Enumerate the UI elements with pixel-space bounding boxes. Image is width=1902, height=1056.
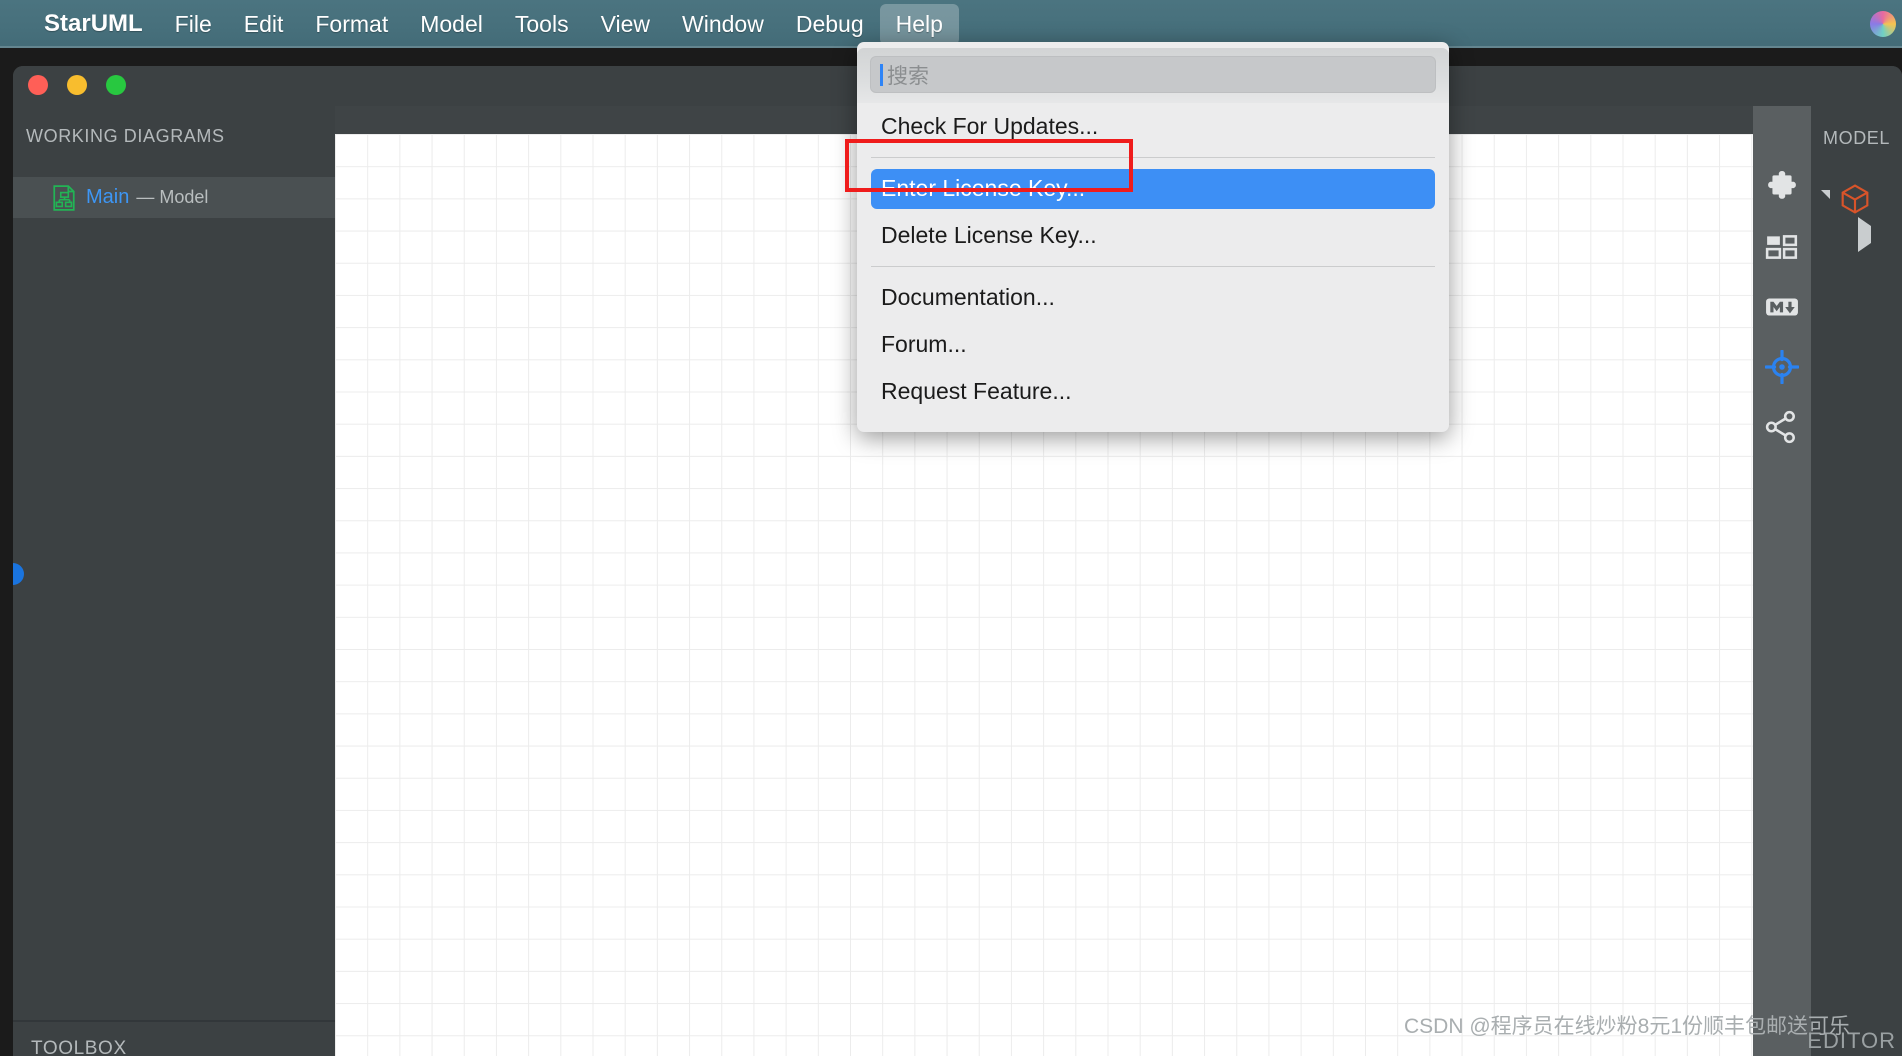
text-caret-icon [880, 63, 883, 86]
share-network-icon[interactable] [1765, 410, 1799, 444]
model-explorer-panel: MODEL EDITOR [1807, 106, 1902, 1056]
menu-search-placeholder: 搜索 [887, 64, 929, 88]
menu-item-delete-license-key[interactable]: Delete License Key... [857, 212, 1449, 259]
menu-item-label: Enter License Key... [871, 168, 1435, 209]
traffic-light-group [28, 75, 126, 95]
menu-item-label: Delete License Key... [881, 222, 1097, 248]
menu-item-request-feature[interactable]: Request Feature... [857, 368, 1449, 415]
target-crosshair-icon[interactable] [1765, 350, 1799, 384]
menu-separator [871, 266, 1435, 267]
menu-help[interactable]: Help [879, 3, 959, 45]
menu-model[interactable]: Model [404, 4, 499, 45]
help-dropdown-menu: 搜索 Check For Updates... Enter License Ke… [857, 42, 1449, 432]
triangle-expander-icon[interactable] [1821, 190, 1830, 208]
menu-item-forum[interactable]: Forum... [857, 321, 1449, 368]
app-root: WORKING DIAGRAMS Main — Model TOOLBOX MO… [0, 0, 1902, 1056]
siri-icon[interactable] [1870, 11, 1896, 37]
puzzle-extension-icon[interactable] [1765, 170, 1799, 204]
minimize-button[interactable] [67, 75, 87, 95]
menu-item-documentation[interactable]: Documentation... [857, 274, 1449, 321]
model-panel-title: MODEL [1823, 128, 1891, 148]
menu-file[interactable]: File [159, 4, 228, 45]
menu-bar: StarUML File Edit Format Model Tools Vie… [0, 0, 1902, 48]
menu-item-label: Forum... [881, 331, 967, 357]
menu-debug[interactable]: Debug [780, 4, 880, 45]
markdown-icon[interactable] [1765, 290, 1799, 324]
menu-view[interactable]: View [585, 4, 666, 45]
sidebar-item-main[interactable]: Main — Model [13, 177, 335, 218]
working-diagrams-panel: WORKING DIAGRAMS Main — Model TOOLBOX [13, 106, 335, 1056]
toolbox-header: TOOLBOX [31, 1038, 127, 1056]
menu-item-enter-license-key[interactable]: Enter License Key... [857, 165, 1449, 212]
menu-window[interactable]: Window [666, 4, 780, 45]
diagram-subtitle: — Model [136, 187, 209, 207]
menu-item-label: Check For Updates... [881, 113, 1099, 139]
csdn-watermark: CSDN @程序员在线炒粉8元1份顺丰包邮送可乐 [1403, 1015, 1850, 1038]
menubar-status-area [1870, 11, 1902, 37]
menu-format[interactable]: Format [299, 4, 404, 45]
orange-cube-icon [1841, 184, 1869, 214]
triangle-collapsed-icon[interactable] [1858, 217, 1871, 252]
menu-item-label: Request Feature... [881, 378, 1072, 404]
menu-separator [871, 157, 1435, 158]
diagram-icon [53, 184, 75, 211]
close-button[interactable] [28, 75, 48, 95]
maximize-button[interactable] [106, 75, 126, 95]
menu-bottom-padding [857, 415, 1449, 424]
toolbox-divider [13, 1020, 335, 1022]
menu-app-staruml[interactable]: StarUML [28, 3, 159, 45]
menu-search-input[interactable]: 搜索 [870, 56, 1436, 93]
diagram-name: Main [86, 186, 130, 208]
menu-item-check-for-updates[interactable]: Check For Updates... [857, 103, 1449, 150]
menu-search-area: 搜索 [857, 48, 1449, 103]
model-child-row[interactable] [1858, 217, 1871, 252]
right-icon-rail [1753, 106, 1811, 1056]
model-root-row[interactable] [1821, 184, 1870, 214]
menu-edit[interactable]: Edit [228, 4, 300, 45]
working-diagrams-header: WORKING DIAGRAMS [26, 126, 225, 146]
menu-item-label: Documentation... [881, 284, 1055, 310]
grid-layout-icon[interactable] [1765, 230, 1799, 264]
menu-tools[interactable]: Tools [499, 4, 585, 45]
